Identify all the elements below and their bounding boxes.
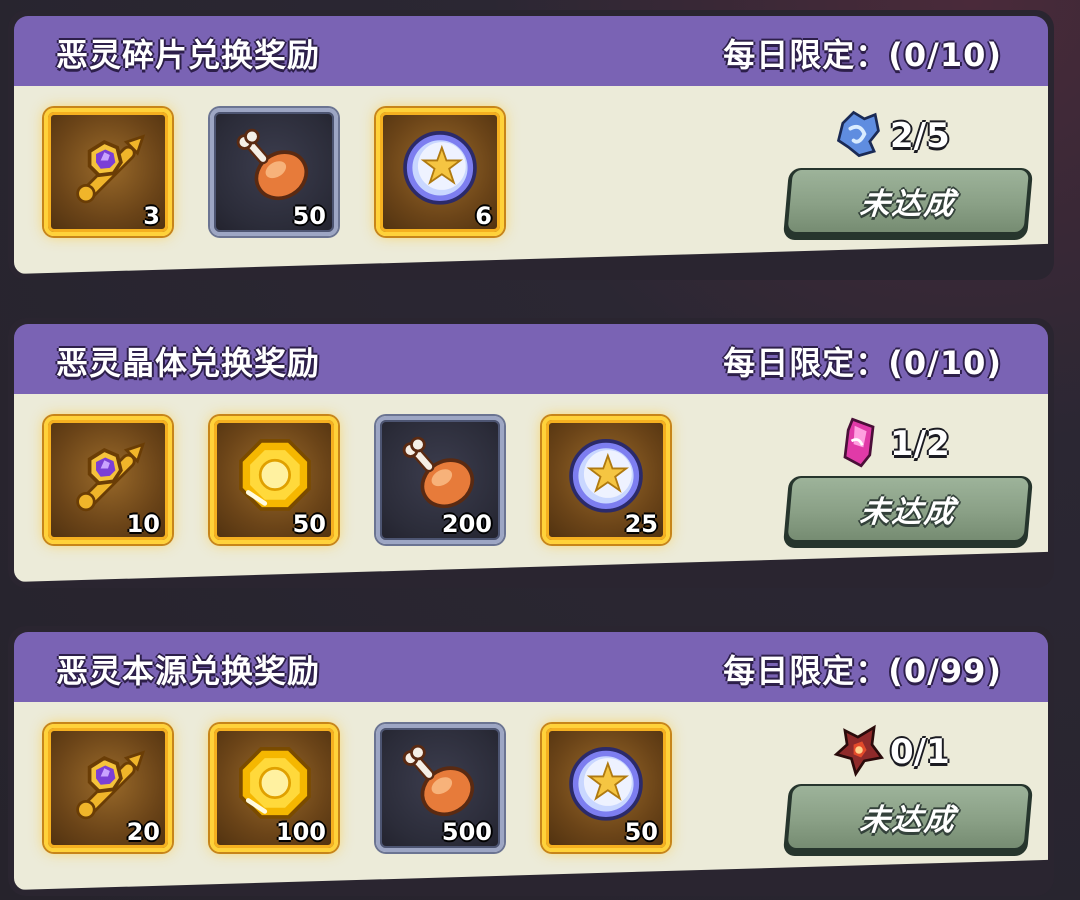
reward-item[interactable]: 500	[376, 724, 504, 852]
card-title: 恶灵晶体兑换奖励	[56, 344, 321, 382]
reward-item[interactable]: 100	[210, 724, 338, 852]
reward-quantity: 200	[441, 510, 492, 538]
reward-quantity: 6	[475, 202, 492, 230]
reward-item[interactable]: 50	[210, 416, 338, 544]
currency-progress: 2/5	[832, 106, 950, 166]
reward-item[interactable]: 25	[542, 416, 670, 544]
progress-count: 2/5	[890, 116, 950, 156]
reward-item[interactable]: 20	[44, 724, 172, 852]
card-header: 恶灵晶体兑换奖励 每日限定：(0/10)	[14, 324, 1048, 398]
pink-crystal-icon	[832, 415, 890, 473]
reward-item[interactable]: 200	[376, 416, 504, 544]
status-label: 未达成	[858, 495, 958, 530]
exchange-status-button[interactable]: 未达成	[782, 476, 1034, 548]
exchange-status-button[interactable]: 未达成	[782, 168, 1034, 240]
reward-item[interactable]: 3	[44, 108, 172, 236]
reward-item[interactable]: 50	[210, 108, 338, 236]
reward-quantity: 20	[126, 818, 160, 846]
daily-limit: 每日限定：(0/99)	[723, 652, 1002, 690]
card-title: 恶灵碎片兑换奖励	[56, 36, 321, 74]
reward-item[interactable]: 6	[376, 108, 504, 236]
daily-limit: 每日限定：(0/10)	[723, 36, 1002, 74]
exchange-card: 恶灵本源兑换奖励 每日限定：(0/99) 20 100 500 50 0/1 未…	[8, 626, 1054, 896]
red-core-icon	[832, 723, 890, 781]
reward-quantity: 3	[143, 202, 160, 230]
reward-quantity: 100	[275, 818, 326, 846]
reward-quantity: 50	[292, 510, 326, 538]
exchange-card: 恶灵碎片兑换奖励 每日限定：(0/10) 3 50 6 2/5 未达成	[8, 10, 1054, 280]
reward-item[interactable]: 10	[44, 416, 172, 544]
progress-count: 1/2	[890, 424, 950, 464]
reward-item[interactable]: 50	[542, 724, 670, 852]
currency-progress: 0/1	[832, 722, 950, 782]
status-label: 未达成	[858, 803, 958, 838]
reward-quantity: 50	[624, 818, 658, 846]
card-header: 恶灵本源兑换奖励 每日限定：(0/99)	[14, 632, 1048, 706]
reward-quantity: 50	[292, 202, 326, 230]
status-label: 未达成	[858, 187, 958, 222]
exchange-status-button[interactable]: 未达成	[782, 784, 1034, 856]
blue-shard-icon	[832, 107, 890, 165]
reward-quantity: 25	[624, 510, 658, 538]
exchange-card: 恶灵晶体兑换奖励 每日限定：(0/10) 10 50 200 25 1/2 未达…	[8, 318, 1054, 588]
daily-limit: 每日限定：(0/10)	[723, 344, 1002, 382]
currency-progress: 1/2	[832, 414, 950, 474]
card-header: 恶灵碎片兑换奖励 每日限定：(0/10)	[14, 16, 1048, 90]
reward-quantity: 10	[126, 510, 160, 538]
reward-quantity: 500	[441, 818, 492, 846]
card-title: 恶灵本源兑换奖励	[56, 652, 321, 690]
progress-count: 0/1	[890, 732, 950, 772]
